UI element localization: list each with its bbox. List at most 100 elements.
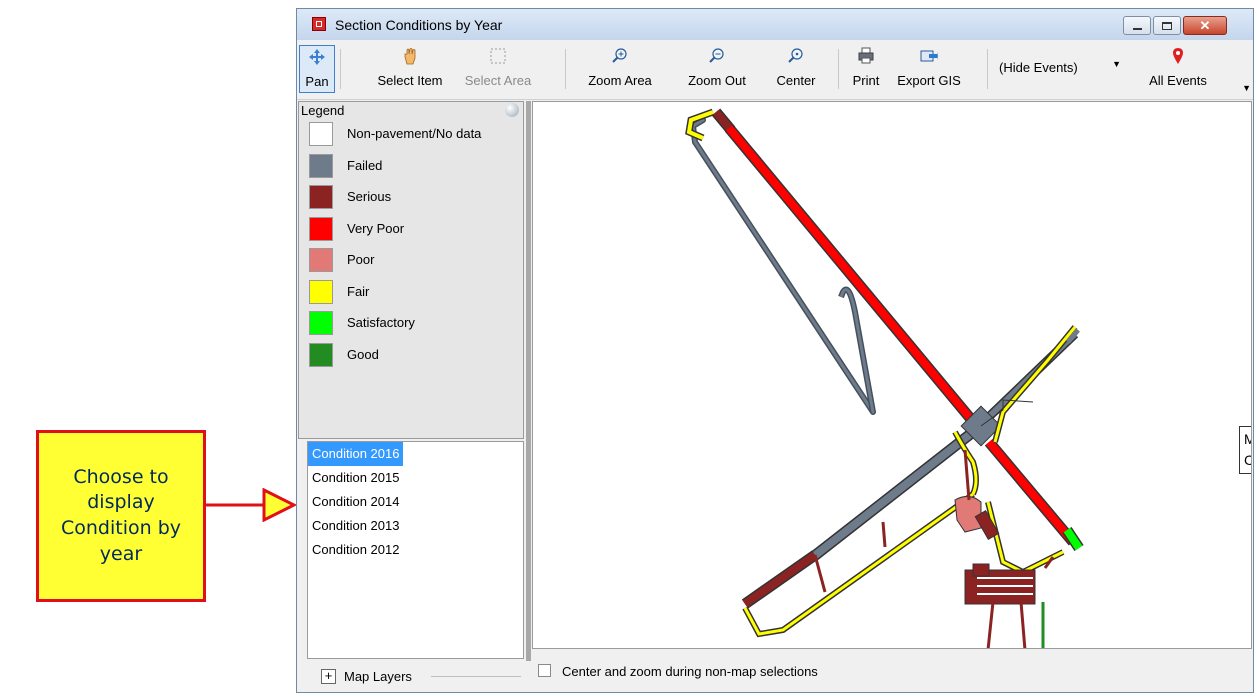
toolbar: Pan Select Item Select Area Zoom Area Zo… [297, 41, 1253, 100]
legend-panel: Legend Non-pavement/No data Failed Serio… [298, 101, 524, 439]
map-hangar-serious [972, 563, 990, 577]
map-pin-icon [1173, 48, 1183, 64]
zoom-in-icon [612, 48, 627, 63]
legend-label: Non-pavement/No data [347, 126, 482, 141]
legend-item: Poor [309, 246, 519, 274]
legend-label: Serious [347, 189, 392, 204]
legend-label: Failed [347, 158, 383, 173]
toolbar-separator [340, 49, 341, 89]
zoom-out-icon [709, 48, 724, 63]
toolbar-overflow-icon[interactable]: ▼ [1242, 83, 1251, 93]
callout-line: Choose to [73, 465, 169, 488]
legend-title: Legend [301, 103, 345, 118]
map-connector-serious [813, 554, 827, 593]
condition-layer-list: Condition 2016 Condition 2015 Condition … [307, 441, 524, 659]
window-title: Section Conditions by Year [335, 17, 503, 33]
app-icon [312, 17, 326, 31]
legend-label: Satisfactory [347, 315, 415, 330]
pin-icon[interactable] [505, 103, 519, 117]
main-window: Section Conditions by Year ✕ Pan Select … [296, 8, 1254, 693]
map-runway-failed [810, 428, 976, 561]
events-dropdown-value: (Hide Events) [999, 60, 1078, 75]
legend-swatch [309, 217, 333, 241]
pan-icon [309, 49, 325, 65]
map-layers-expander[interactable]: + Map Layers [307, 664, 524, 690]
map-taxiway-fair [992, 325, 1078, 443]
legend-label: Fair [347, 284, 370, 299]
center-icon [788, 48, 803, 63]
map-tooltip: MANSFIELD::05-23::A Condition 2016 = 0 [1239, 426, 1251, 474]
callout-line: display [87, 491, 155, 514]
callout-line: year [99, 542, 143, 565]
legend-swatch [309, 154, 333, 178]
map-runway-very-poor [985, 439, 1077, 545]
layer-item-condition-2012[interactable]: Condition 2012 [308, 538, 523, 562]
tooltip-condition: Condition 2016 = 0 [1244, 450, 1251, 471]
expand-plus-icon[interactable]: + [321, 669, 336, 684]
center-zoom-checkbox[interactable] [538, 664, 551, 677]
map-connector-serious [881, 521, 887, 548]
legend-label: Good [347, 347, 379, 362]
center-zoom-label: Center and zoom during non-map selection… [562, 664, 818, 679]
print-button[interactable]: Print [844, 45, 888, 93]
map-apron-poor [954, 496, 982, 533]
pan-label: Pan [305, 74, 329, 89]
close-icon: ✕ [1199, 18, 1211, 33]
maximize-button[interactable] [1153, 16, 1181, 35]
legend-item: Failed [309, 152, 519, 180]
close-button[interactable]: ✕ [1183, 16, 1227, 35]
zoom-area-label: Zoom Area [588, 73, 652, 88]
legend-item: Non-pavement/No data [309, 120, 519, 148]
map-footer: Center and zoom during non-map selection… [532, 654, 1252, 690]
tooltip-section-id: MANSFIELD::05-23::A [1244, 429, 1251, 450]
legend-item: Satisfactory [309, 309, 519, 337]
map-layers-label: Map Layers [344, 669, 412, 684]
toolbar-separator [987, 49, 988, 89]
toolbar-separator [838, 49, 839, 89]
layer-item-condition-2015[interactable]: Condition 2015 [308, 466, 523, 490]
layer-item-condition-2016[interactable]: Condition 2016 [308, 442, 404, 466]
export-icon [920, 50, 938, 62]
legend-swatch [309, 280, 333, 304]
toolbar-separator [565, 49, 566, 89]
title-bar: Section Conditions by Year ✕ [297, 9, 1253, 40]
layer-item-condition-2014[interactable]: Condition 2014 [308, 490, 523, 514]
center-button[interactable]: Center [766, 45, 826, 93]
map-connector-serious [986, 601, 995, 648]
select-item-button[interactable]: Select Item [365, 45, 455, 93]
select-area-label: Select Area [464, 73, 532, 88]
export-gis-label: Export GIS [897, 73, 961, 88]
map-runway-serious [742, 551, 818, 608]
legend-item: Serious [309, 183, 519, 211]
legend-swatch [309, 122, 333, 146]
airfield-map[interactable] [533, 102, 1252, 649]
legend-label: Very Poor [347, 221, 405, 236]
callout-arrow [206, 488, 296, 522]
zoom-out-button[interactable]: Zoom Out [675, 45, 759, 93]
legend-label: Poor [347, 252, 375, 267]
minimize-button[interactable] [1123, 16, 1151, 35]
zoom-area-button[interactable]: Zoom Area [575, 45, 665, 93]
hand-icon [404, 48, 416, 65]
legend-item: Very Poor [309, 215, 519, 243]
zoom-out-label: Zoom Out [688, 73, 746, 88]
select-area-button[interactable]: Select Area [457, 45, 539, 93]
panel-splitter[interactable] [526, 101, 531, 661]
printer-icon [858, 47, 874, 64]
pan-button[interactable]: Pan [299, 45, 335, 93]
divider [431, 676, 521, 677]
legend-item: Fair [309, 278, 519, 306]
annotation-callout: Choose to display Condition by year [36, 430, 206, 602]
chevron-down-icon: ▼ [1112, 59, 1121, 69]
all-events-button[interactable]: All Events [1133, 45, 1223, 93]
all-events-label: All Events [1149, 73, 1207, 88]
map-view[interactable]: MANSFIELD::05-23::A Condition 2016 = 0 [532, 101, 1252, 649]
layer-item-condition-2013[interactable]: Condition 2013 [308, 514, 523, 538]
select-item-label: Select Item [377, 73, 443, 88]
export-gis-button[interactable]: Export GIS [893, 45, 965, 93]
minimize-icon [1133, 28, 1142, 30]
legend-swatch [309, 343, 333, 367]
legend-swatch [309, 248, 333, 272]
events-dropdown[interactable]: (Hide Events) ▼ [997, 53, 1123, 81]
select-area-icon [490, 48, 506, 64]
